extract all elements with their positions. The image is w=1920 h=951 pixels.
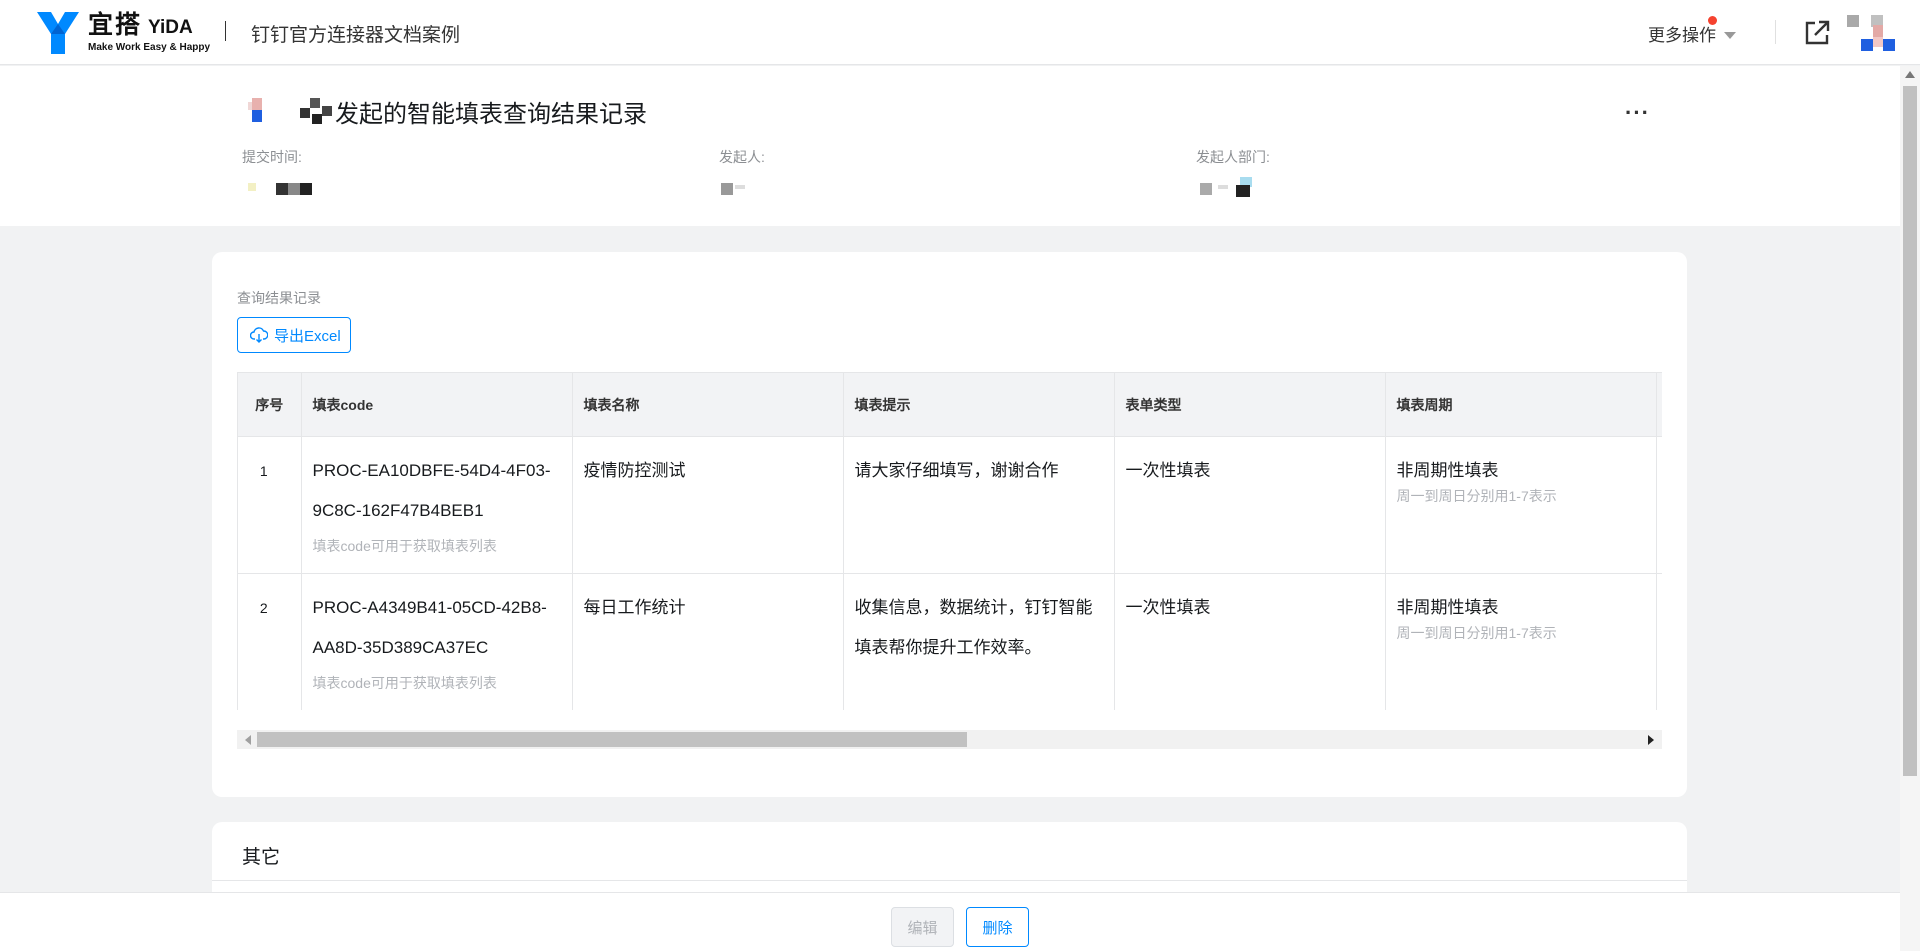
edit-button[interactable]: 编辑 (891, 907, 954, 947)
cell-code: PROC-A4349B41-05CD-42B8-AA8D-35D389CA37E… (301, 573, 573, 710)
cycle-value: 非周期性填表 (1396, 461, 1499, 480)
section-label: 查询结果记录 (237, 290, 321, 306)
page-vertical-scrollbar[interactable] (1900, 66, 1920, 951)
initiator-name-masked (300, 98, 336, 126)
logo-tagline: Make Work Easy & Happy (88, 42, 211, 53)
department-value-masked (1196, 177, 1306, 199)
initiator-label: 发起人: (719, 149, 765, 165)
results-table-container: 序号 填表code 填表名称 填表提示 表单类型 填表周期 1 PROC-EA1… (237, 372, 1662, 710)
table-header-row: 序号 填表code 填表名称 填表提示 表单类型 填表周期 (238, 372, 1662, 437)
cell-code: PROC-EA10DBFE-54D4-4F03-9C8C-162F47B4BEB… (301, 436, 573, 574)
more-ops-dropdown[interactable]: 更多操作 (1648, 16, 1736, 46)
export-excel-label: 导出Excel (274, 327, 341, 345)
name-value: 每日工作统计 (583, 598, 686, 617)
scroll-up-arrow-icon[interactable] (1905, 71, 1915, 78)
col-header-code: 填表code (301, 372, 573, 437)
type-value: 一次性填表 (1125, 461, 1211, 480)
cycle-value: 非周期性填表 (1396, 598, 1499, 617)
cell-tip: 收集信息，数据统计，钉钉智能填表帮你提升工作效率。 (843, 573, 1115, 710)
code-value: PROC-EA10DBFE-54D4-4F03-9C8C-162F47B4BEB… (312, 461, 551, 520)
more-actions-icon[interactable]: ··· (1625, 100, 1650, 126)
other-section-divider (212, 880, 1687, 881)
cell-index: 2 (238, 573, 302, 710)
code-value: PROC-A4349B41-05CD-42B8-AA8D-35D389CA37E… (312, 598, 547, 657)
page-title: 发起的智能填表查询结果记录 (335, 101, 647, 128)
name-value: 疫情防控测试 (583, 461, 686, 480)
query-results-card: 查询结果记录 导出Excel 序号 填表code 填表名称 填表提示 表单类型 … (212, 252, 1687, 797)
col-header-name: 填表名称 (572, 372, 844, 437)
department-field: 发起人部门: (1196, 147, 1306, 199)
cell-type: 一次性填表 (1114, 573, 1386, 710)
export-excel-button[interactable]: 导出Excel (237, 317, 351, 353)
user-avatar[interactable] (1847, 15, 1899, 53)
cell-cycle: 非周期性填表 周一到周日分别用1-7表示 (1385, 436, 1657, 574)
cell-overflow (1656, 436, 1662, 574)
other-section-title: 其它 (242, 847, 281, 868)
action-footer: 编辑 删除 (0, 892, 1900, 951)
vertical-scroll-thumb[interactable] (1903, 86, 1917, 776)
notification-dot (1708, 16, 1717, 25)
col-header-type: 表单类型 (1114, 372, 1386, 437)
tip-value: 请大家仔细填写，谢谢合作 (854, 461, 1059, 480)
tip-value: 收集信息，数据统计，钉钉智能填表帮你提升工作效率。 (854, 598, 1093, 657)
table-horizontal-scrollbar[interactable] (237, 730, 1662, 749)
cell-type: 一次性填表 (1114, 436, 1386, 574)
code-hint: 填表code可用于获取填表列表 (312, 538, 497, 554)
logo-brand: YiDA (148, 17, 193, 38)
col-header-tip: 填表提示 (843, 372, 1115, 437)
open-external-icon[interactable] (1803, 19, 1831, 47)
col-header-cycle: 填表周期 (1385, 372, 1657, 437)
initiator-value-masked (719, 177, 829, 199)
logo-cn: 宜搭 (88, 11, 143, 39)
submit-time-value-masked (242, 177, 352, 199)
cell-overflow (1656, 573, 1662, 710)
delete-button[interactable]: 删除 (966, 907, 1029, 947)
scroll-right-arrow-icon[interactable] (1648, 735, 1654, 745)
cell-cycle: 非周期性填表 周一到周日分别用1-7表示 (1385, 573, 1657, 710)
yida-logo-icon (37, 12, 79, 54)
results-table: 序号 填表code 填表名称 填表提示 表单类型 填表周期 1 PROC-EA1… (238, 372, 1662, 710)
department-label: 发起人部门: (1196, 149, 1270, 165)
initiator-field: 发起人: (719, 147, 829, 199)
table-row: 1 PROC-EA10DBFE-54D4-4F03-9C8C-162F47B4B… (238, 436, 1662, 574)
initiator-avatar (248, 98, 268, 124)
code-hint: 填表code可用于获取填表列表 (312, 675, 497, 691)
submit-time-label: 提交时间: (242, 149, 302, 165)
chevron-down-icon (1724, 31, 1736, 39)
table-row: 2 PROC-A4349B41-05CD-42B8-AA8D-35D389CA3… (238, 573, 1662, 710)
cycle-hint: 周一到周日分别用1-7表示 (1396, 625, 1557, 641)
cell-tip: 请大家仔细填写，谢谢合作 (843, 436, 1115, 574)
type-value: 一次性填表 (1125, 598, 1211, 617)
cell-name: 每日工作统计 (572, 573, 844, 710)
app-title[interactable]: 钉钉官方连接器文档案例 (251, 20, 460, 47)
col-header-overflow (1656, 372, 1662, 437)
submit-time-field: 提交时间: (242, 147, 352, 199)
yida-logo[interactable]: 宜搭 YiDA Make Work Easy & Happy (37, 12, 210, 54)
horizontal-scroll-thumb[interactable] (257, 732, 967, 747)
col-header-index: 序号 (238, 372, 302, 437)
cloud-download-icon (250, 327, 268, 343)
header-vertical-divider (1775, 20, 1776, 44)
header-divider (225, 21, 226, 41)
scroll-left-arrow-icon[interactable] (245, 735, 251, 745)
more-ops-label: 更多操作 (1648, 26, 1716, 45)
record-info-panel: 发起的智能填表查询结果记录 ··· 提交时间: 发起人: 发起人部门: (0, 66, 1900, 226)
cycle-hint: 周一到周日分别用1-7表示 (1396, 488, 1557, 504)
top-bar: 宜搭 YiDA Make Work Easy & Happy 钉钉官方连接器文档案… (0, 0, 1920, 65)
cell-index: 1 (238, 436, 302, 574)
cell-name: 疫情防控测试 (572, 436, 844, 574)
